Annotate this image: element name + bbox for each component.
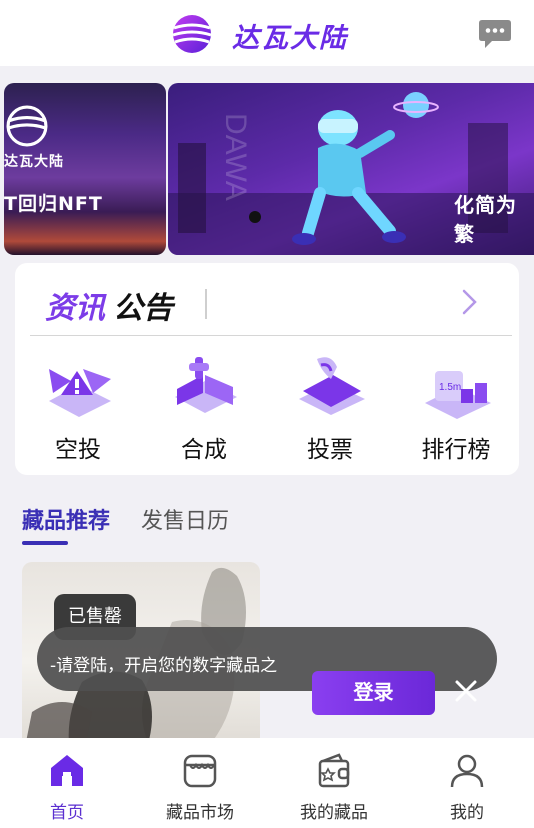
feature-label: 投票 [307,437,353,463]
feature-label: 排行榜 [421,437,491,463]
banner-brand: 达瓦大陆 [4,154,64,170]
logo-icon [172,15,212,53]
close-icon[interactable] [452,677,480,705]
bottom-nav: 首页 藏品市场 我的藏品 我的 [0,738,534,828]
news-title: 公告 [113,291,173,326]
wallet-icon [318,753,350,788]
tab-collection-recommend[interactable]: 藏品推荐 [22,503,110,535]
market-icon [183,754,217,788]
toast-message: -请登陆，开启您的数字藏品之 [50,656,278,676]
tab-release-calendar[interactable]: 发售日历 [141,503,229,535]
banner-carousel[interactable]: 达瓦大陆 T回归NFT DAWA 化简为繁 [0,83,534,255]
airdrop-icon [49,369,111,417]
feature-airdrop[interactable]: 空投 [33,349,123,464]
synthesis-icon [175,357,237,413]
news-title-highlight: 资讯 [45,291,105,326]
svg-text:1.5m: 1.5m [439,382,461,393]
feature-label: 空投 [55,437,101,463]
home-icon [51,755,83,786]
nav-item-profile[interactable]: 我的 [407,752,527,823]
leaderboard-icon: 1.5m [425,371,491,419]
logo-icon [6,105,48,147]
news-card: 资讯 公告 空投 合成 投票 1.5m 排行榜 [15,263,519,475]
app-header: 达瓦大陆 [0,0,534,66]
message-icon[interactable] [478,18,512,50]
feature-vote[interactable]: 投票 [285,349,375,464]
nav-label: 藏品市场 [166,803,234,823]
divider [30,335,512,336]
login-button[interactable]: 登录 [312,671,435,715]
feature-synthesis[interactable]: 合成 [159,349,249,464]
feature-leaderboard[interactable]: 1.5m 排行榜 [411,349,501,464]
app-title: 达瓦大陆 [232,23,348,54]
nav-item-market[interactable]: 藏品市场 [140,752,260,823]
nav-item-my-collection[interactable]: 我的藏品 [274,752,394,823]
vote-icon [299,357,365,415]
feature-label: 合成 [181,437,227,463]
banner-slide-main[interactable]: DAWA 化简为繁 [168,83,534,255]
tab-indicator [22,541,68,545]
banner-slide-left[interactable]: 达瓦大陆 T回归NFT [4,83,166,255]
nav-label: 我的藏品 [300,803,368,823]
banner-caption-left: T回归NFT [4,193,103,215]
svg-text:DAWA: DAWA [219,113,252,201]
nav-item-home[interactable]: 首页 [7,752,127,823]
nav-label: 我的 [450,803,484,823]
user-icon [450,754,484,788]
carousel-indicator[interactable] [249,211,261,223]
nav-label: 首页 [50,803,84,823]
banner-caption-main: 化简为繁 [454,193,517,246]
divider [205,289,207,319]
chevron-right-icon[interactable] [459,287,481,317]
